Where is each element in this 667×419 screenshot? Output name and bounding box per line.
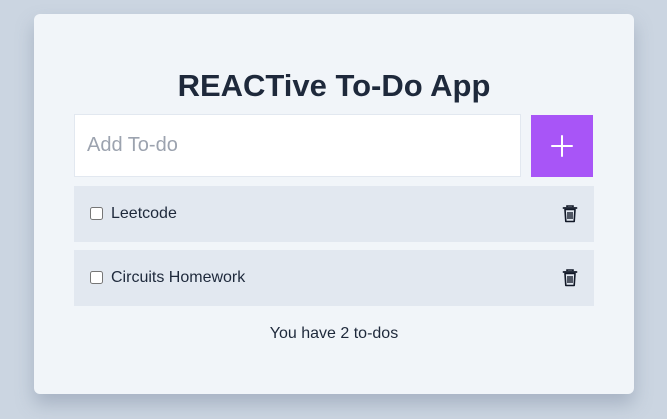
todo-checkbox[interactable] xyxy=(90,207,103,220)
add-todo-button[interactable] xyxy=(531,115,593,177)
trash-icon xyxy=(562,269,578,287)
todo-input[interactable] xyxy=(74,114,521,177)
todo-list: Leetcode Circuits Homework xyxy=(74,186,594,314)
delete-todo-button[interactable] xyxy=(560,204,580,224)
todo-item: Circuits Homework xyxy=(74,250,594,306)
delete-todo-button[interactable] xyxy=(560,268,580,288)
todo-count: You have 2 to-dos xyxy=(269,325,399,342)
add-todo-form xyxy=(74,114,594,177)
plus-icon xyxy=(551,135,573,157)
todo-checkbox[interactable] xyxy=(90,271,103,284)
page-title: REACTive To-Do App xyxy=(177,68,491,103)
todo-label: Circuits Homework xyxy=(111,269,246,286)
todo-label: Leetcode xyxy=(111,205,177,222)
trash-icon xyxy=(562,205,578,223)
todo-card: REACTive To-Do App Leetcode xyxy=(34,14,634,394)
todo-item: Leetcode xyxy=(74,186,594,242)
